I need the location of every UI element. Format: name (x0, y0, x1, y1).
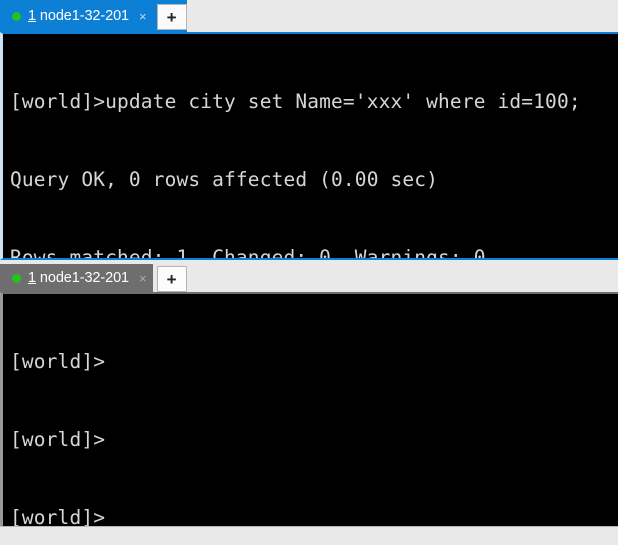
scroll-indicator-top[interactable] (0, 74, 3, 92)
terminal-application-window: 1 node1-32-201 × + [world]>update city s… (0, 0, 618, 545)
tabbar-top: 1 node1-32-201 × + (0, 0, 618, 32)
terminal-line: Query OK, 0 rows affected (0.00 sec) (10, 168, 439, 191)
status-bar (0, 526, 618, 545)
terminal-pane-top[interactable]: [world]>update city set Name='xxx' where… (0, 32, 618, 260)
tab-bottom-mnemonic: 1 (28, 270, 36, 286)
terminal-line: [world]> (10, 506, 106, 526)
tab-bottom-label: 1 node1-32-201 (28, 270, 129, 286)
terminal-pane-bottom[interactable]: [world]> [world]> [world]> [world]>updat… (0, 292, 618, 526)
tabbar-top-filler (186, 0, 618, 32)
tab-top-mnemonic: 1 (28, 8, 36, 24)
terminal-line: [world]>update city set Name='xxx' where… (10, 90, 581, 113)
tab-bottom-title: node1-32-201 (39, 270, 130, 286)
tabbar-bottom-filler (186, 264, 618, 292)
close-icon[interactable]: × (139, 10, 147, 23)
tab-top-label: 1 node1-32-201 (28, 8, 129, 24)
tab-top-title: node1-32-201 (39, 8, 130, 24)
terminal-line: Rows matched: 1 Changed: 0 Warnings: 0 (10, 246, 486, 260)
tab-bottom-node1-32-201[interactable]: 1 node1-32-201 × (0, 264, 153, 292)
terminal-line: [world]> (10, 428, 106, 451)
terminal-line: [world]> (10, 350, 106, 373)
add-tab-button[interactable]: + (156, 266, 187, 292)
close-icon[interactable]: × (139, 272, 147, 285)
green-status-dot-icon (12, 273, 21, 283)
terminal-screen-bottom: [world]> [world]> [world]> [world]>updat… (10, 297, 618, 526)
tabbar-bottom: 1 node1-32-201 × + (0, 260, 618, 292)
tab-top-node1-32-201[interactable]: 1 node1-32-201 × (0, 0, 153, 32)
scroll-indicator-top-2[interactable] (0, 122, 3, 136)
add-tab-button[interactable]: + (156, 4, 187, 30)
green-status-dot-icon (12, 11, 21, 21)
terminal-screen-top: [world]>update city set Name='xxx' where… (10, 37, 618, 258)
